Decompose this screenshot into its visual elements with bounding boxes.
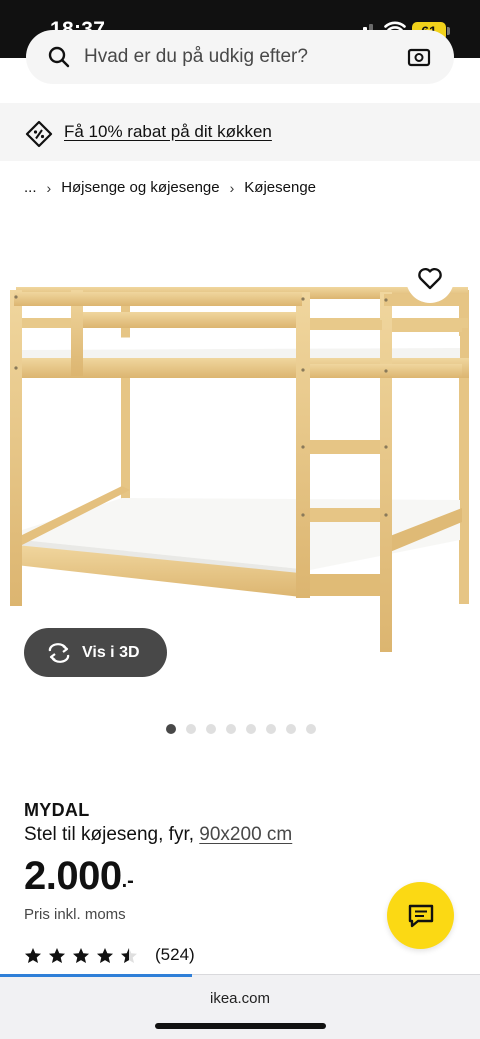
product-image[interactable] [0, 240, 480, 680]
product-description: Stel til køjeseng, fyr, 90x200 cm [24, 824, 292, 846]
product-rating[interactable]: (524) [24, 945, 195, 965]
camera-search-icon[interactable] [406, 44, 432, 70]
breadcrumb-item-bunk-beds[interactable]: Køjesenge [244, 179, 316, 196]
review-count: (524) [155, 945, 195, 964]
promo-link[interactable]: Få 10% rabat på dit køkken [64, 122, 272, 142]
star-icon [49, 947, 65, 963]
favourite-button[interactable] [406, 255, 454, 303]
carousel-dot[interactable] [306, 724, 316, 734]
search-placeholder: Hvad er du på udkig efter? [84, 46, 308, 67]
heart-icon [418, 267, 442, 290]
view-3d-button[interactable]: Vis i 3D [24, 628, 167, 677]
home-indicator[interactable] [155, 1023, 326, 1029]
chat-bubble-icon [408, 904, 433, 927]
rotate-3d-icon [48, 642, 70, 663]
view-3d-label: Vis i 3D [82, 643, 140, 661]
carousel-dot[interactable] [286, 724, 296, 734]
battery-tip [447, 27, 450, 35]
chat-button[interactable] [387, 882, 454, 949]
search-icon [48, 46, 70, 68]
discount-tag-icon [25, 120, 53, 148]
product-name: MYDAL [24, 800, 90, 820]
image-carousel-dots [166, 724, 316, 734]
breadcrumb-ellipsis[interactable]: ... [24, 179, 37, 196]
breadcrumb: ... › Højsenge og køjesenge › Køjesenge [24, 179, 316, 196]
chevron-right-icon: › [46, 179, 52, 196]
product-price: 2.000 .- [24, 854, 134, 899]
star-icon [121, 947, 137, 963]
chevron-right-icon: › [229, 179, 235, 196]
browser-address-bar[interactable]: ikea.com [0, 974, 480, 1039]
star-icon [25, 947, 41, 963]
price-decimals: .- [121, 870, 134, 892]
carousel-dot[interactable] [266, 724, 276, 734]
carousel-dot[interactable] [186, 724, 196, 734]
carousel-dot[interactable] [206, 724, 216, 734]
carousel-dot[interactable] [166, 724, 176, 734]
promo-banner[interactable]: Få 10% rabat på dit køkken [0, 103, 480, 161]
carousel-dot[interactable] [226, 724, 236, 734]
star-icon [97, 947, 113, 963]
product-size-link[interactable]: 90x200 cm [199, 824, 292, 845]
star-icon [73, 947, 89, 963]
breadcrumb-item-bunk-loft-beds[interactable]: Højsenge og køjesenge [61, 179, 219, 196]
product-description-text: Stel til køjeseng, fyr, [24, 824, 195, 845]
price-integer: 2.000 [24, 854, 122, 898]
rating-stars [24, 947, 138, 964]
carousel-dot[interactable] [246, 724, 256, 734]
page-load-progress [0, 974, 192, 977]
browser-url[interactable]: ikea.com [0, 990, 480, 1007]
search-input[interactable]: Hvad er du på udkig efter? [26, 30, 454, 84]
vat-note: Pris inkl. moms [24, 906, 126, 923]
